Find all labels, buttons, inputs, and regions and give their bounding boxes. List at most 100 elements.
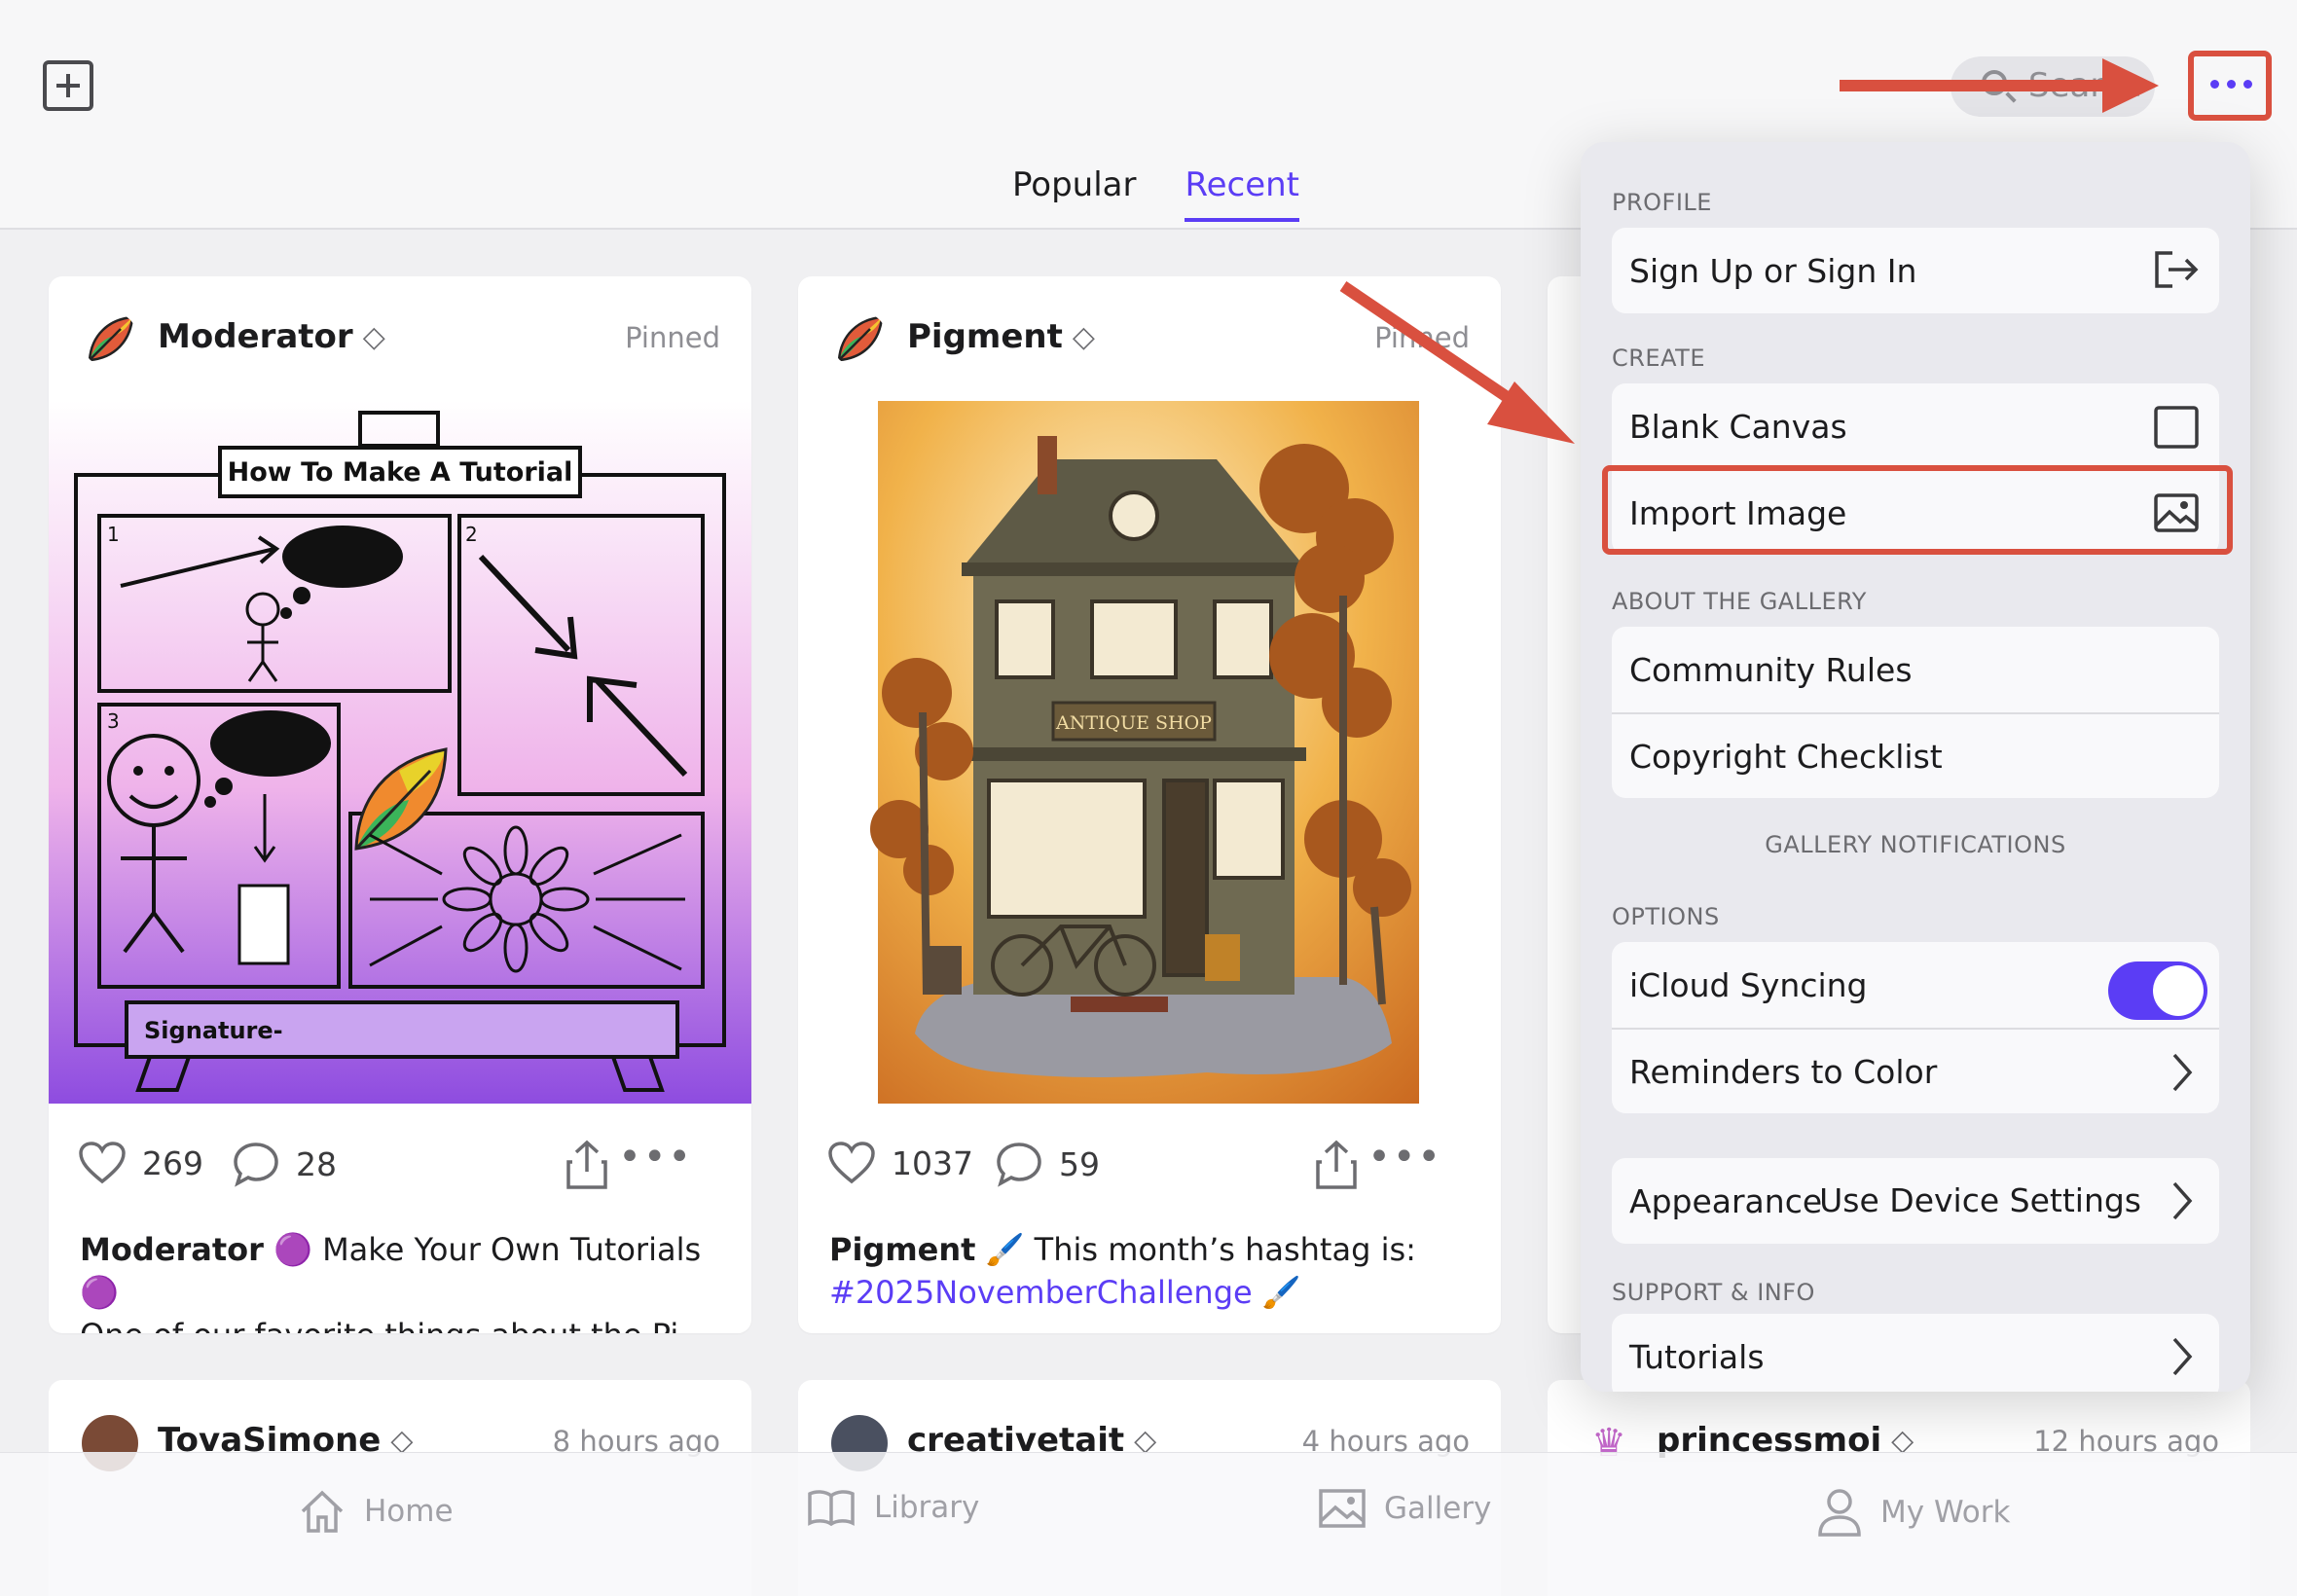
- avatar[interactable]: [82, 311, 138, 368]
- appearance-value: Use Device Settings: [1819, 1181, 2141, 1219]
- post-stats: 1037 59 •••: [827, 1135, 1472, 1199]
- tab-recent[interactable]: Recent: [1185, 165, 1299, 222]
- blank-canvas-row[interactable]: Blank Canvas: [1612, 383, 2219, 469]
- caption-hashtag[interactable]: #2025NovemberChallenge: [829, 1274, 1253, 1311]
- chevron-right-icon: [2172, 1181, 2193, 1220]
- tab-label: Home: [364, 1494, 454, 1529]
- icloud-syncing-row: iCloud Syncing: [1612, 942, 2219, 1028]
- row-label: Sign Up or Sign In: [1629, 251, 1917, 290]
- post-username[interactable]: Moderator ◇: [158, 317, 385, 356]
- sign-in-icon: [2155, 251, 2199, 288]
- pinned-label: Pinned: [625, 321, 720, 354]
- person-icon: [1818, 1489, 1861, 1537]
- diamond-badge-icon: ◇: [362, 319, 385, 354]
- post-card[interactable]: Moderator ◇ Pinned How To Make A Tutoria…: [49, 276, 751, 1333]
- icloud-syncing-toggle[interactable]: [2108, 961, 2207, 1020]
- post-more-icon[interactable]: •••: [618, 1135, 693, 1179]
- tab-my-work[interactable]: My Work: [1816, 1488, 2010, 1537]
- like-count: 1037: [892, 1143, 973, 1182]
- row-label: Tutorials: [1629, 1337, 1765, 1376]
- row-label: Community Rules: [1629, 650, 1913, 689]
- like-count: 269: [142, 1143, 203, 1182]
- tab-gallery[interactable]: Gallery: [1318, 1488, 1491, 1529]
- artwork-image[interactable]: How To Make A Tutorial 1 2 3 4: [49, 401, 751, 1104]
- panel-number: 3: [107, 709, 120, 733]
- avatar[interactable]: [831, 311, 888, 368]
- caption-text-2: One of our favorite things about the Pig…: [80, 1314, 712, 1333]
- panel-number: 2: [465, 523, 478, 546]
- artwork-title: How To Make A Tutorial: [228, 457, 573, 488]
- highlight-box-import-image: [1602, 465, 2233, 555]
- caption-text: 🖌️ This month’s hashtag is:: [985, 1231, 1416, 1268]
- highlight-box-more-button: [2188, 51, 2272, 121]
- comment-icon: [997, 1143, 1041, 1187]
- row-label: Appearance: [1629, 1181, 1823, 1220]
- search-field[interactable]: Search: [1951, 56, 2155, 117]
- comment-icon: [234, 1143, 278, 1187]
- section-header-support: SUPPORT & INFO: [1612, 1279, 1815, 1306]
- search-placeholder: Search: [2028, 66, 2142, 105]
- pinned-label: Pinned: [1374, 321, 1470, 354]
- bottom-tab-bar: Home Library Gallery My Work: [0, 1452, 2297, 1596]
- gallery-notifications-link[interactable]: GALLERY NOTIFICATIONS: [1581, 831, 2250, 858]
- heart-icon: [828, 1142, 875, 1184]
- section-header-options: OPTIONS: [1612, 903, 1720, 930]
- comment-count: 59: [1059, 1144, 1100, 1183]
- tab-label: My Work: [1880, 1495, 2011, 1530]
- comment-button[interactable]: 59: [995, 1141, 1100, 1187]
- post-card[interactable]: Pigment ◇ Pinned ANTIQUE SHOP 1037 59 ••…: [798, 276, 1501, 1333]
- tab-library[interactable]: Library: [806, 1488, 979, 1527]
- comment-button[interactable]: 28: [232, 1141, 337, 1187]
- tab-label: Gallery: [1384, 1491, 1492, 1526]
- tutorials-row[interactable]: Tutorials: [1612, 1314, 2219, 1392]
- community-rules-row[interactable]: Community Rules: [1612, 627, 2219, 712]
- reminders-row[interactable]: Reminders to Color: [1612, 1028, 2219, 1113]
- post-header: Pigment ◇ Pinned: [798, 276, 1501, 401]
- options-group: iCloud Syncing Reminders to Color: [1612, 942, 2219, 1113]
- comment-count: 28: [296, 1144, 337, 1183]
- share-icon[interactable]: [1314, 1139, 1359, 1191]
- profile-group: Sign Up or Sign In: [1612, 228, 2219, 313]
- chevron-right-icon: [2172, 1337, 2193, 1376]
- like-button[interactable]: 1037: [827, 1141, 973, 1185]
- blank-canvas-icon: [2154, 406, 2199, 449]
- section-header-about: ABOUT THE GALLERY: [1612, 588, 1867, 615]
- caption-username: Pigment: [829, 1231, 976, 1268]
- search-icon: [1982, 70, 2007, 95]
- like-button[interactable]: 269: [78, 1141, 203, 1185]
- row-label: Reminders to Color: [1629, 1052, 1938, 1091]
- appearance-group: Appearance Use Device Settings: [1612, 1158, 2219, 1244]
- chevron-right-icon: [2172, 1053, 2193, 1092]
- artwork-sign: ANTIQUE SHOP: [1055, 712, 1212, 734]
- post-stats: 269 28 •••: [78, 1135, 722, 1199]
- tab-home[interactable]: Home: [298, 1488, 454, 1535]
- section-header-create: CREATE: [1612, 345, 1705, 372]
- appearance-row[interactable]: Appearance Use Device Settings: [1612, 1158, 2219, 1244]
- copyright-checklist-row[interactable]: Copyright Checklist: [1612, 712, 2219, 798]
- tab-label: Library: [874, 1490, 980, 1525]
- book-icon: [808, 1490, 855, 1527]
- row-label: Copyright Checklist: [1629, 737, 1943, 776]
- sign-in-row[interactable]: Sign Up or Sign In: [1612, 228, 2219, 313]
- row-label: Blank Canvas: [1629, 407, 1847, 446]
- support-group: Tutorials: [1612, 1314, 2219, 1392]
- post-header: Moderator ◇ Pinned: [49, 276, 751, 401]
- heart-icon: [79, 1142, 126, 1184]
- share-icon[interactable]: [565, 1139, 609, 1191]
- tab-popular[interactable]: Popular: [1012, 165, 1136, 222]
- feed-tabs: Popular Recent: [1012, 165, 1299, 222]
- new-artwork-button[interactable]: [43, 60, 93, 111]
- caption-emoji: 🖌️: [1261, 1274, 1301, 1311]
- options-menu: PROFILE Sign Up or Sign In CREATE Blank …: [1581, 142, 2250, 1392]
- post-caption: Moderator 🟣 Make Your Own Tutorials 🟣 On…: [80, 1228, 712, 1333]
- artwork-image[interactable]: ANTIQUE SHOP: [798, 401, 1501, 1104]
- artwork-signature: Signature-: [144, 1017, 283, 1044]
- post-caption: Pigment 🖌️ This month’s hashtag is: #202…: [829, 1228, 1462, 1314]
- about-group: Community Rules Copyright Checklist: [1612, 627, 2219, 798]
- username-text: Pigment: [907, 317, 1063, 356]
- username-text: Moderator: [158, 317, 353, 356]
- post-more-icon[interactable]: •••: [1367, 1135, 1442, 1179]
- leaf-logo-icon: [837, 315, 884, 362]
- leaf-logo-icon: [88, 315, 134, 362]
- post-username[interactable]: Pigment ◇: [907, 317, 1095, 356]
